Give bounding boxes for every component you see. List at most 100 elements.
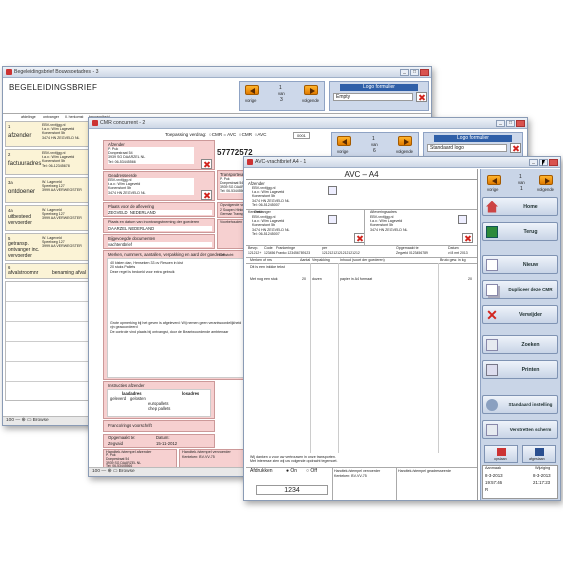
radio-off-label: Off <box>310 468 317 474</box>
divider <box>246 263 477 264</box>
goods-row-mark[interactable]: Met nog een stuk <box>250 277 278 282</box>
next-record-button[interactable] <box>539 175 553 185</box>
goods-row-packaging[interactable]: dozen <box>312 277 322 282</box>
doc-number: 0001 <box>293 132 310 139</box>
minimize-button[interactable]: _ <box>529 158 538 166</box>
logo-title: Logo formulier <box>434 135 512 142</box>
record-total: 6 <box>373 148 376 154</box>
maximize-button[interactable]: □ <box>410 68 419 76</box>
defaults-button[interactable]: Standaard instelling <box>482 395 558 414</box>
new-button[interactable]: Nieuw <box>482 255 558 274</box>
close-button[interactable] <box>420 68 429 76</box>
goods-col-header: Aantal <box>300 258 311 262</box>
app-icon <box>247 159 253 165</box>
col-value[interactable]: vi 8 mrt 2013 <box>448 251 468 256</box>
search-button[interactable]: Zoeken <box>482 335 558 354</box>
col-value[interactable]: 12121212121212121212 <box>322 251 360 256</box>
window-titlebar[interactable]: Begeleidingsbrief Bouwsoetadres - 3 _ □ <box>3 67 431 78</box>
ontvanger-edit-icon[interactable] <box>328 215 337 224</box>
goods-row-count[interactable]: 20 <box>302 277 306 282</box>
prev-record-button[interactable] <box>337 136 351 146</box>
section-label: Franco/rings voorschrift <box>108 423 152 428</box>
col-value[interactable]: Franko 123456789123 <box>276 251 310 256</box>
new-document-icon <box>486 258 498 271</box>
section-value: DAARZEL NEDERLAND <box>108 226 212 231</box>
section-afzender: Afzender P. Puk Donpestraat 54 3939 SG D… <box>103 140 215 170</box>
save-button[interactable]: opslaan <box>484 445 518 463</box>
afzender-edit-icon[interactable] <box>328 186 337 195</box>
close-button[interactable] <box>549 158 558 166</box>
maximize-button[interactable]: □ <box>506 119 515 127</box>
exit-icon <box>535 448 544 456</box>
divider <box>338 263 339 453</box>
signature-recipient-label: Handtek./stempel geadresseerde <box>398 469 451 473</box>
section-instructies: Instructies afzender laadadres losadres … <box>103 381 215 419</box>
delete-button[interactable]: ✕ Verwijder <box>482 305 558 324</box>
afleveradres-edit-icon[interactable] <box>458 215 467 224</box>
window-titlebar[interactable]: AVC-vrachtbrief A4 - 1 _ □ <box>244 157 560 168</box>
screen-button[interactable]: Verstretten scherm <box>482 420 558 439</box>
meta-header: Wijziging <box>535 466 551 470</box>
next-record-button[interactable] <box>304 85 318 95</box>
home-button[interactable]: Home <box>482 197 558 216</box>
row-number: 1 <box>8 124 11 129</box>
window-titlebar[interactable]: CMR concurrent - 2 _ □ <box>89 118 527 129</box>
van-label: van <box>278 91 285 96</box>
col-value[interactable]: Zegveld 0123456789 <box>396 251 428 256</box>
minimize-button[interactable]: _ <box>496 119 505 127</box>
close-form-label: afgeslaan <box>529 457 545 461</box>
record-total: 3 <box>280 97 283 103</box>
record-navigator: vorige 1 van 3 volgende <box>239 81 325 111</box>
back-button[interactable]: Terug <box>482 222 558 241</box>
meta-value: 19:57:46 <box>485 480 503 485</box>
logo-select[interactable]: Standaard logo <box>427 144 507 152</box>
clear-icon[interactable] <box>201 159 212 169</box>
record-total: 1 <box>520 186 523 192</box>
row-address: benaming afval <box>52 270 86 276</box>
goods-row-weight[interactable]: 20 <box>468 277 472 282</box>
prev-record-button[interactable] <box>487 175 501 185</box>
goods-row-mark[interactable]: Dit is een inkkke tekst <box>250 265 285 270</box>
radio-on[interactable]: ● On <box>286 469 297 474</box>
next-record-button[interactable] <box>398 136 412 146</box>
section-label: Opgemaakt te: <box>108 435 136 440</box>
goods-row-content[interactable]: papier in A4 formaat <box>340 277 372 282</box>
section-label: Merken, nummers, aantallen, verpakking e… <box>108 252 226 257</box>
save-icon <box>497 448 506 456</box>
section-plaats-datum: Plaats en datum van inontvangstneming de… <box>103 218 215 233</box>
verdrag-options[interactable]: Toepassing verdrag: ○CMR = AVC ○CMR ○AVC <box>165 132 266 137</box>
row-number: 2 <box>8 152 11 157</box>
pallet-sub: gelosten <box>130 396 146 401</box>
screen-icon <box>486 423 498 436</box>
duplicate-button[interactable]: Dupliceer deze CMR <box>482 280 558 299</box>
row-address: W. Lageveld Speelweg 127 3999 AA VERWEGS… <box>42 208 82 221</box>
clear-icon[interactable] <box>201 190 212 200</box>
close-form-button[interactable]: afgeslaan <box>522 445 556 463</box>
section-handtekening-vervoerder: Handtek./stempel vervoerder Kenteken: BV… <box>179 449 245 468</box>
logo-select[interactable]: Empty <box>333 93 413 101</box>
window-title: Begeleidingsbrief Bouwsoetadres - 3 <box>14 69 99 75</box>
section-documenten: Bijgevoegde documenten vachtentbrief <box>103 234 215 249</box>
back-icon <box>486 225 498 238</box>
number-field[interactable]: 1234 <box>256 485 328 495</box>
meta-value: 8-3-2013 <box>485 473 503 478</box>
clear-afleveradres-icon[interactable] <box>462 233 473 243</box>
afleveradres-address: EBV-vrvtijgg.nl t.a.v.: Wim Lageveld Kon… <box>370 215 408 232</box>
goods-area[interactable]: 40 kisten dan, Henseken 33 ov Resoen in … <box>107 258 247 378</box>
col-value[interactable]: 123456 <box>264 251 275 256</box>
row-address: EBV-vrvtijgg.nl t.a.v.: Wim Lageveld Kon… <box>42 123 80 140</box>
clear-logo-icon[interactable] <box>416 92 427 102</box>
section-opgemaakt: Opgemaakt te: Zegvaid Datum: 15-11-2012 <box>103 434 215 448</box>
close-button[interactable] <box>516 119 525 127</box>
col-value[interactable]: 121212+ <box>248 251 261 256</box>
radio-off[interactable]: ○ Off <box>306 469 317 474</box>
minimize-button[interactable]: _ <box>400 68 409 76</box>
radio-on-label: On <box>290 468 298 474</box>
clear-logo-icon[interactable] <box>510 143 521 153</box>
print-button[interactable]: Printen <box>482 360 558 379</box>
app-icon <box>92 120 98 126</box>
prev-record-button[interactable] <box>245 85 259 95</box>
row-label: afvalstroomnr <box>8 270 39 276</box>
divider <box>364 209 365 245</box>
gewicht-label: Gewicht <box>219 252 234 257</box>
